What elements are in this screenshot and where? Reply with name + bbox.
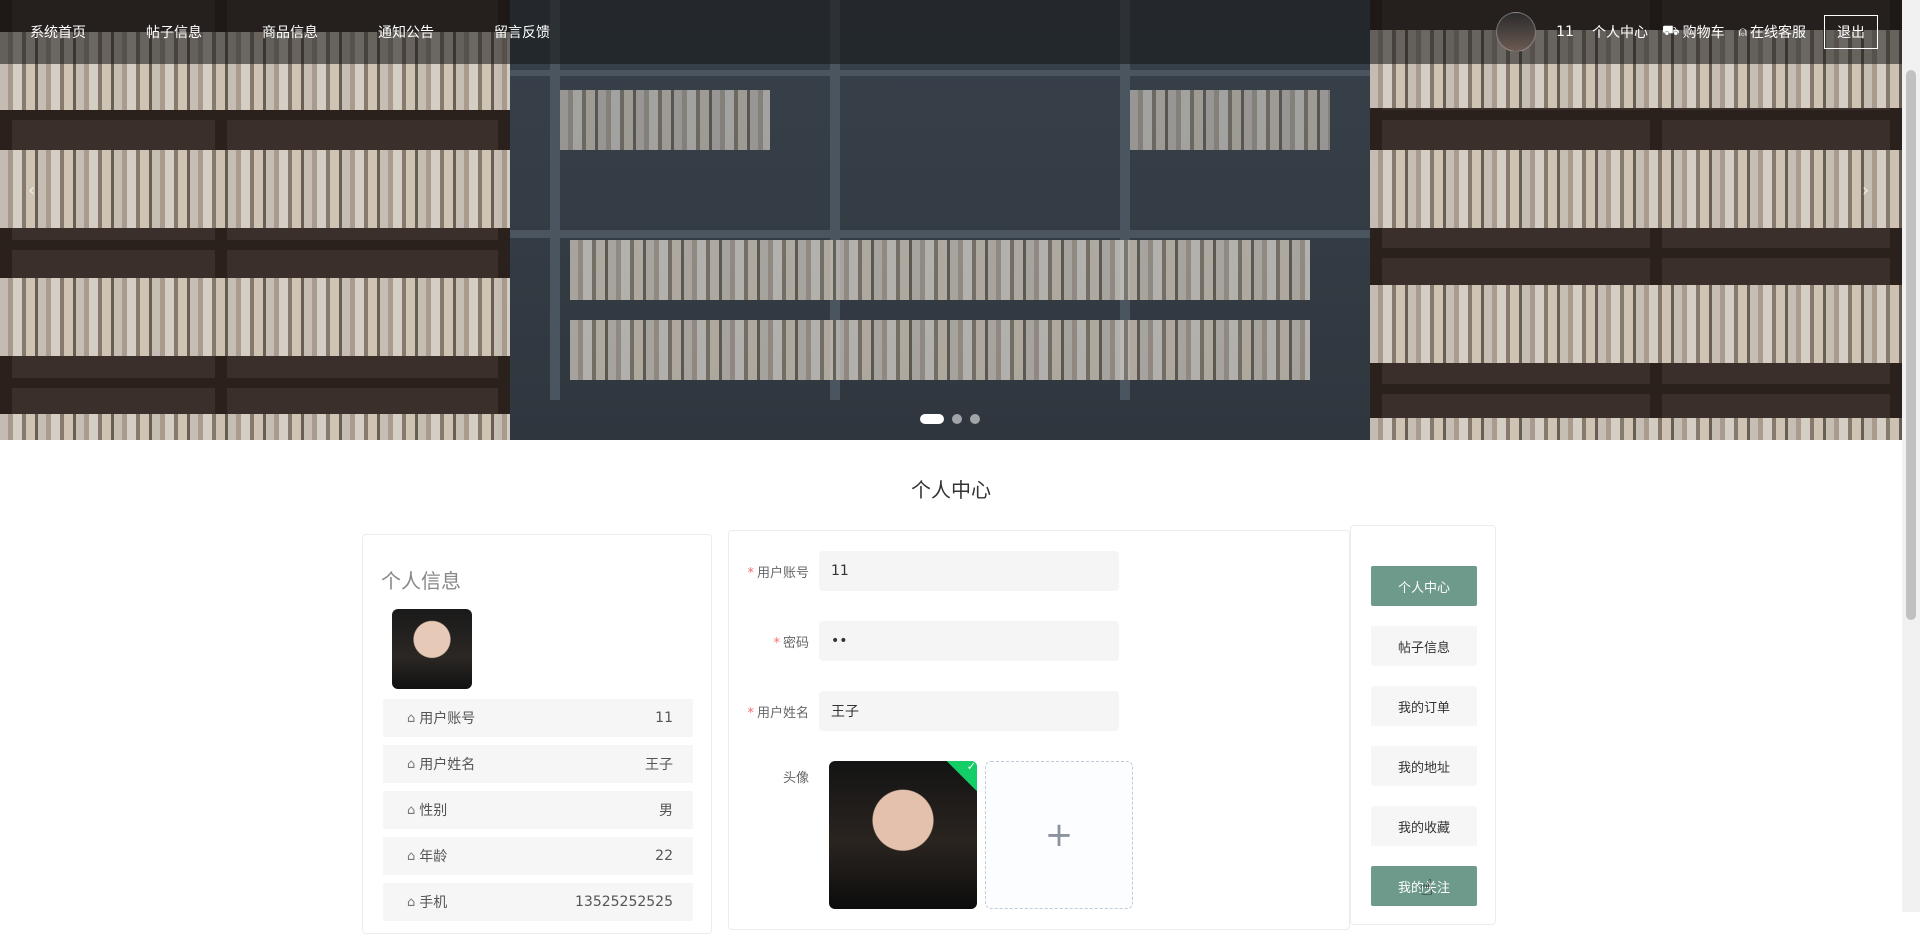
service-link[interactable]: ⍝ 在线客服 xyxy=(1739,22,1806,42)
page-title: 个人中心 xyxy=(911,478,991,502)
form-row-account: * 用户账号 11 xyxy=(729,551,1119,591)
bookshelf-right xyxy=(1370,0,1902,440)
info-value: 男 xyxy=(659,803,673,819)
scrollbar-thumb[interactable] xyxy=(1906,70,1916,620)
carousel-prev-icon[interactable]: ‹ xyxy=(28,180,35,201)
cart-link[interactable]: ⛟ 购物车 xyxy=(1662,22,1725,42)
required-star: * xyxy=(773,635,780,651)
profile-card-title: 个人信息 xyxy=(381,569,461,593)
info-row: ⌂ 年龄 22 xyxy=(383,837,693,875)
logout-button[interactable]: 退出 xyxy=(1824,15,1878,49)
menu-posts[interactable]: 帖子信息 xyxy=(1371,626,1477,666)
form-row-password: * 密码 •• xyxy=(729,621,1119,661)
check-icon: ✓ xyxy=(966,761,976,774)
info-value: 11 xyxy=(655,710,673,726)
nav-user-area: 11 个人中心 ⛟ 购物车 ⍝ 在线客服 退出 xyxy=(1496,12,1878,52)
upload-add-button[interactable]: + xyxy=(985,761,1133,909)
form-row-name: * 用户姓名 王子 xyxy=(729,691,1119,731)
profile-form: * 用户账号 11 * 密码 •• * 用户姓名 王子 头像 ✓ + xyxy=(728,530,1350,930)
menu-orders[interactable]: 我的订单 xyxy=(1371,686,1477,726)
info-value: 22 xyxy=(655,848,673,864)
profile-card: 个人信息 ⌂ 用户账号 11 ⌂ 用户姓名 王子 ⌂ 性别 男 ⌂ 年龄 22 ⌂ 手机 … xyxy=(362,534,712,934)
menu-personal-center[interactable]: 个人中心 xyxy=(1371,566,1477,606)
hero-banner: ‹ › xyxy=(0,0,1902,440)
carousel-dot[interactable] xyxy=(920,414,944,424)
name-input[interactable]: 王子 xyxy=(819,691,1119,731)
nav-item-notices[interactable]: 通知公告 xyxy=(378,22,434,42)
carousel-dot[interactable] xyxy=(970,414,980,424)
info-label: 手机 xyxy=(419,895,448,911)
info-row: ⌂ 用户姓名 王子 xyxy=(383,745,693,783)
user-menu: 个人中心 帖子信息 我的订单 我的地址 我的收藏 我的关注 xyxy=(1350,525,1496,925)
nav-item-feedback[interactable]: 留言反馈 xyxy=(494,22,550,42)
uploaded-avatar-image[interactable]: ✓ xyxy=(829,761,977,909)
avatar[interactable] xyxy=(1496,12,1537,52)
carousel-dot[interactable] xyxy=(952,414,962,424)
nav-item-posts[interactable]: 帖子信息 xyxy=(146,22,202,42)
personal-center-link[interactable]: 个人中心 xyxy=(1592,22,1648,42)
info-label: 年龄 xyxy=(419,849,448,865)
cart-icon: ⛟ xyxy=(1661,23,1680,39)
info-label: 用户姓名 xyxy=(419,757,476,773)
page-scrollbar[interactable] xyxy=(1902,0,1920,912)
info-value: 13525252525 xyxy=(575,894,673,910)
info-label: 用户账号 xyxy=(419,711,476,727)
password-input[interactable]: •• xyxy=(819,621,1119,661)
account-label: 用户账号 xyxy=(756,565,809,581)
info-label: 性别 xyxy=(419,803,448,819)
form-row-avatar: 头像 xyxy=(729,767,819,786)
required-star: * xyxy=(747,705,754,721)
cart-label: 购物车 xyxy=(1682,25,1725,41)
library-center xyxy=(510,0,1370,440)
info-row: ⌂ 手机 13525252525 xyxy=(383,883,693,921)
info-row: ⌂ 用户账号 11 xyxy=(383,699,693,737)
bookshelf-left xyxy=(0,0,510,440)
nav-item-home[interactable]: 系统首页 xyxy=(30,22,86,42)
personal-center-label: 个人中心 xyxy=(1591,25,1648,41)
service-label: 在线客服 xyxy=(1750,25,1806,41)
nav-menu: 系统首页 帖子信息 商品信息 通知公告 留言反馈 xyxy=(30,22,610,42)
home-icon: ⌂ xyxy=(407,894,416,910)
password-label: 密码 xyxy=(782,635,809,651)
info-row: ⌂ 性别 男 xyxy=(383,791,693,829)
info-value: 王子 xyxy=(645,757,673,773)
mouse-cursor-icon: ☝ xyxy=(1420,876,1434,901)
name-label: 用户姓名 xyxy=(756,705,809,721)
carousel-next-icon[interactable]: › xyxy=(1862,180,1869,201)
home-icon: ⌂ xyxy=(407,848,416,864)
user-icon: ⍝ xyxy=(1738,24,1747,40)
required-star: * xyxy=(747,565,754,581)
profile-photo xyxy=(392,609,472,689)
upload-success-badge: ✓ xyxy=(946,761,977,794)
home-icon: ⌂ xyxy=(407,710,416,726)
top-nav: 系统首页 帖子信息 商品信息 通知公告 留言反馈 11 个人中心 ⛟ 购物车 ⍝ 在… xyxy=(0,0,1902,64)
home-icon: ⌂ xyxy=(407,756,416,772)
avatar-label: 头像 xyxy=(782,771,809,786)
nav-item-products[interactable]: 商品信息 xyxy=(262,22,318,42)
carousel-indicators xyxy=(920,414,980,424)
menu-favorites[interactable]: 我的收藏 xyxy=(1371,806,1477,846)
plus-icon: + xyxy=(1044,815,1074,855)
account-input[interactable]: 11 xyxy=(819,551,1119,591)
menu-address[interactable]: 我的地址 xyxy=(1371,746,1477,786)
user-id: 11 xyxy=(1556,24,1574,40)
home-icon: ⌂ xyxy=(407,802,416,818)
